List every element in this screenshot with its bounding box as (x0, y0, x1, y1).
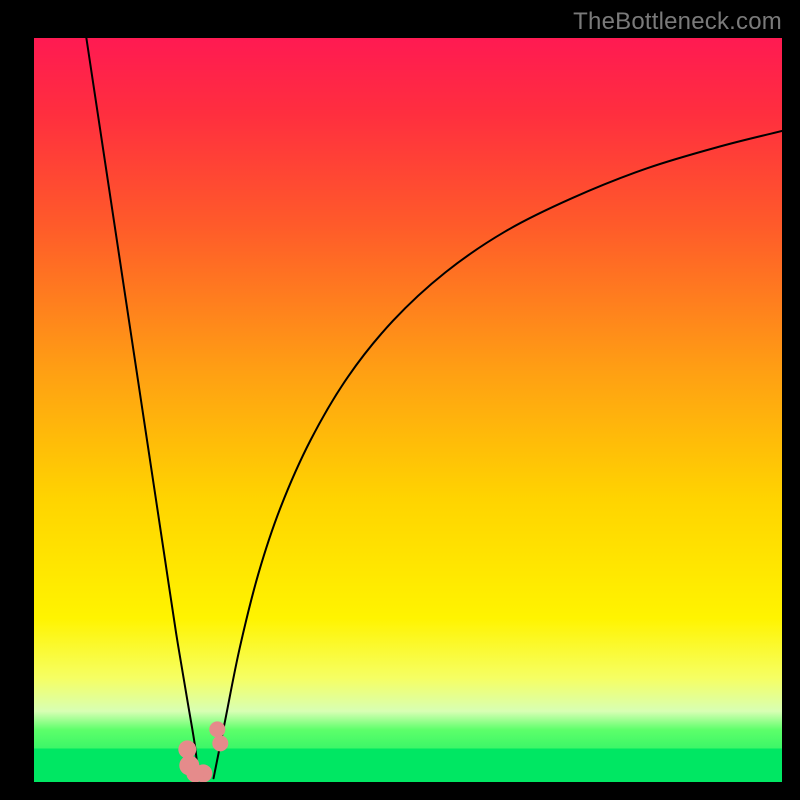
plot-area (34, 38, 782, 782)
bottleneck-chart (34, 38, 782, 782)
watermark-text: TheBottleneck.com (573, 8, 782, 36)
image-frame: TheBottleneck.com (0, 0, 800, 800)
green-baseline-band (34, 749, 782, 783)
gradient-background (34, 38, 782, 782)
